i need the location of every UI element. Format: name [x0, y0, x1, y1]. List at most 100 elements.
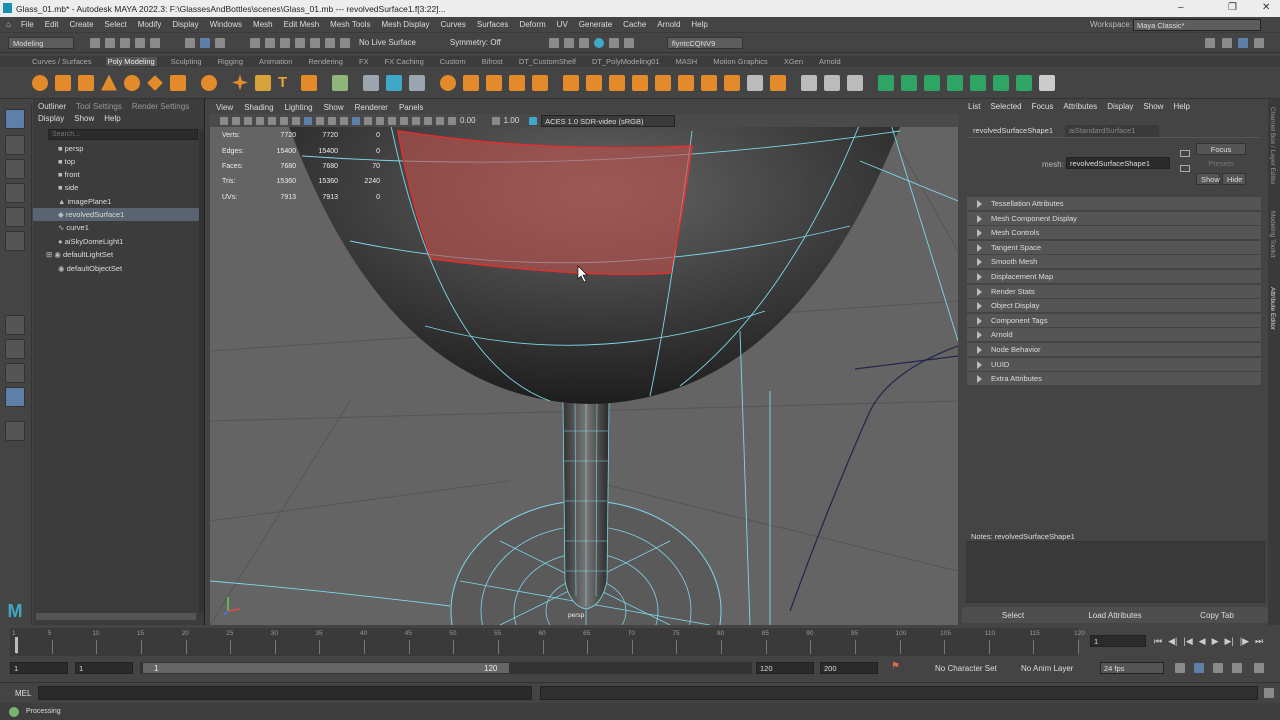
animation-end-field[interactable]: 200 [820, 662, 878, 674]
resolution-gate-icon[interactable] [292, 116, 300, 125]
outliner-item-imageplane1[interactable]: ▲ imagePlane1 [33, 195, 201, 208]
focus-button[interactable]: Focus [1196, 143, 1246, 155]
menu-uv[interactable]: UV [557, 20, 568, 29]
pause-icon[interactable] [623, 37, 634, 48]
attribute-editor-toggle-icon[interactable] [1238, 38, 1248, 48]
step-forward-frame-icon[interactable]: ▶| [1224, 636, 1233, 647]
lasso-tool-icon[interactable] [5, 135, 25, 155]
anim-prefs-icon[interactable] [1213, 663, 1223, 673]
play-backward-icon[interactable]: ◀ [1199, 636, 1206, 647]
shelf-tab-xgen[interactable]: XGen [782, 57, 805, 66]
hide-button[interactable]: Hide [1222, 173, 1246, 185]
sweep-mesh-icon[interactable] [255, 74, 271, 91]
boolean-icon[interactable] [440, 74, 456, 91]
play-forward-icon[interactable]: ▶ [1212, 636, 1219, 647]
home-icon[interactable]: ⌂ [6, 20, 11, 29]
outliner-item-side[interactable]: ■ side [33, 181, 201, 194]
select-component-icon[interactable] [215, 37, 225, 48]
outliner-item-defaultlightset[interactable]: ⊞ ◉ defaultLightSet [33, 248, 201, 261]
shelf-tab-animation[interactable]: Animation [257, 57, 294, 66]
outliner-search-input[interactable] [48, 129, 198, 140]
exposure-value[interactable]: 0.00 [460, 116, 476, 125]
antialias-icon[interactable] [412, 116, 420, 125]
shelf-tab-custom[interactable]: Custom [438, 57, 468, 66]
section-object-display[interactable]: Object Display [967, 299, 1261, 313]
tab-revolvedsurfaceshape1[interactable]: revolvedSurfaceShape1 [967, 125, 1063, 137]
shelf-tab-curves-surfaces[interactable]: Curves / Surfaces [30, 57, 94, 66]
reduce-icon[interactable] [532, 74, 548, 91]
tab-tool-settings[interactable]: Tool Settings [76, 102, 122, 111]
scale-tool-icon[interactable] [5, 231, 25, 251]
append-polygon-icon[interactable] [632, 74, 648, 91]
poly-cone-icon[interactable] [101, 74, 117, 91]
attr-menu-selected[interactable]: Selected [990, 102, 1021, 111]
view-transform-dropdown[interactable]: ACES 1.0 SDR-video (sRGB) [541, 114, 676, 127]
snap-surface-icon[interactable] [310, 37, 320, 48]
fill-hole-icon[interactable] [509, 74, 525, 91]
merge-icon[interactable] [770, 74, 786, 91]
side-tab-channel-box[interactable]: Channel Box / Layer Editor [1269, 107, 1276, 185]
search-icon[interactable] [5, 421, 25, 441]
camera-attributes-icon[interactable] [232, 116, 240, 125]
sound-icon[interactable] [1194, 663, 1204, 673]
svg-tool-icon[interactable] [301, 74, 317, 91]
preferences-icon[interactable] [1254, 663, 1264, 673]
shelf-tab-mash[interactable]: MASH [674, 57, 700, 66]
custom-shelf-4-icon[interactable] [947, 74, 963, 91]
snap-curve-icon[interactable] [265, 37, 275, 48]
shelf-tab-poly-modeling[interactable]: Poly Modeling [105, 57, 157, 66]
snap-grid-icon[interactable] [250, 37, 260, 48]
copy-tab-button[interactable]: Copy Tab [1166, 611, 1268, 620]
custom-shelf-7-icon[interactable] [1016, 74, 1032, 91]
mesh-name-field[interactable] [1066, 157, 1170, 169]
presets-button[interactable]: Presets [1196, 159, 1246, 168]
menu-deform[interactable]: Deform [519, 20, 545, 29]
textured-icon[interactable] [340, 116, 348, 125]
smooth-icon[interactable] [409, 74, 425, 91]
time-slider[interactable]: 1 5 10 15 20 25 30 35 40 45 50 55 60 65 70 75 80 85 90 95 10… [0, 628, 1280, 658]
menu-modify[interactable]: Modify [138, 20, 162, 29]
go-to-input-icon[interactable] [1180, 150, 1190, 157]
select-button[interactable]: Select [962, 611, 1064, 620]
film-gate-icon[interactable] [280, 116, 288, 125]
shelf-tab-sculpting[interactable]: Sculpting [169, 57, 204, 66]
xray-icon[interactable] [352, 116, 360, 125]
tab-aistandardsurface1[interactable]: aiStandardSurface1 [1065, 125, 1159, 137]
viewport-menu-lighting[interactable]: Lighting [285, 103, 313, 112]
shelf-tab-arnold[interactable]: Arnold [817, 57, 843, 66]
shelf-tab-bifrost[interactable]: Bifrost [480, 57, 505, 66]
shelf-tab-dt-polymodeling01[interactable]: DT_PolyModeling01 [590, 57, 662, 66]
go-to-output-icon[interactable] [1180, 165, 1190, 172]
extrude-icon[interactable] [563, 74, 579, 91]
load-attributes-button[interactable]: Load Attributes [1064, 611, 1166, 620]
multi-cut-icon[interactable] [655, 74, 671, 91]
custom-shelf-3-icon[interactable] [924, 74, 940, 91]
outliner-horizontal-scrollbar[interactable] [36, 613, 196, 620]
motion-blur-icon[interactable] [400, 116, 408, 125]
bridge-icon[interactable] [586, 74, 602, 91]
outliner-item-top[interactable]: ■ top [33, 155, 201, 168]
attr-menu-help[interactable]: Help [1173, 102, 1189, 111]
profile-curve[interactable] [789, 345, 958, 612]
separate-icon[interactable] [386, 74, 402, 91]
undo-icon[interactable] [135, 37, 145, 48]
gamma-value[interactable]: 1.00 [504, 116, 520, 125]
uv-editor-icon[interactable] [332, 74, 348, 91]
redo-icon[interactable] [150, 37, 160, 48]
section-render-stats[interactable]: Render Stats [967, 284, 1261, 298]
viewport-menu-view[interactable]: View [216, 103, 233, 112]
auto-key-icon[interactable]: ⚑ [891, 661, 900, 672]
outliner-item-aiskydomelight1[interactable]: ● aiSkyDomeLight1 [33, 235, 201, 248]
select-object-icon[interactable] [200, 37, 210, 48]
insert-edge-loop-icon[interactable] [724, 74, 740, 91]
notes-textarea[interactable] [966, 541, 1265, 603]
attr-menu-show[interactable]: Show [1143, 102, 1163, 111]
xray-joints-icon[interactable] [436, 116, 444, 125]
menu-windows[interactable]: Windows [210, 20, 242, 29]
script-editor-icon[interactable] [1264, 688, 1274, 698]
shelf-tab-dt-customshelf[interactable]: DT_CustomShelf [517, 57, 578, 66]
current-time-indicator[interactable] [15, 637, 18, 653]
shadows-icon[interactable] [376, 116, 384, 125]
outliner-item-curve1[interactable]: ∿ curve1 [33, 221, 201, 234]
select-camera-icon[interactable] [220, 116, 228, 125]
